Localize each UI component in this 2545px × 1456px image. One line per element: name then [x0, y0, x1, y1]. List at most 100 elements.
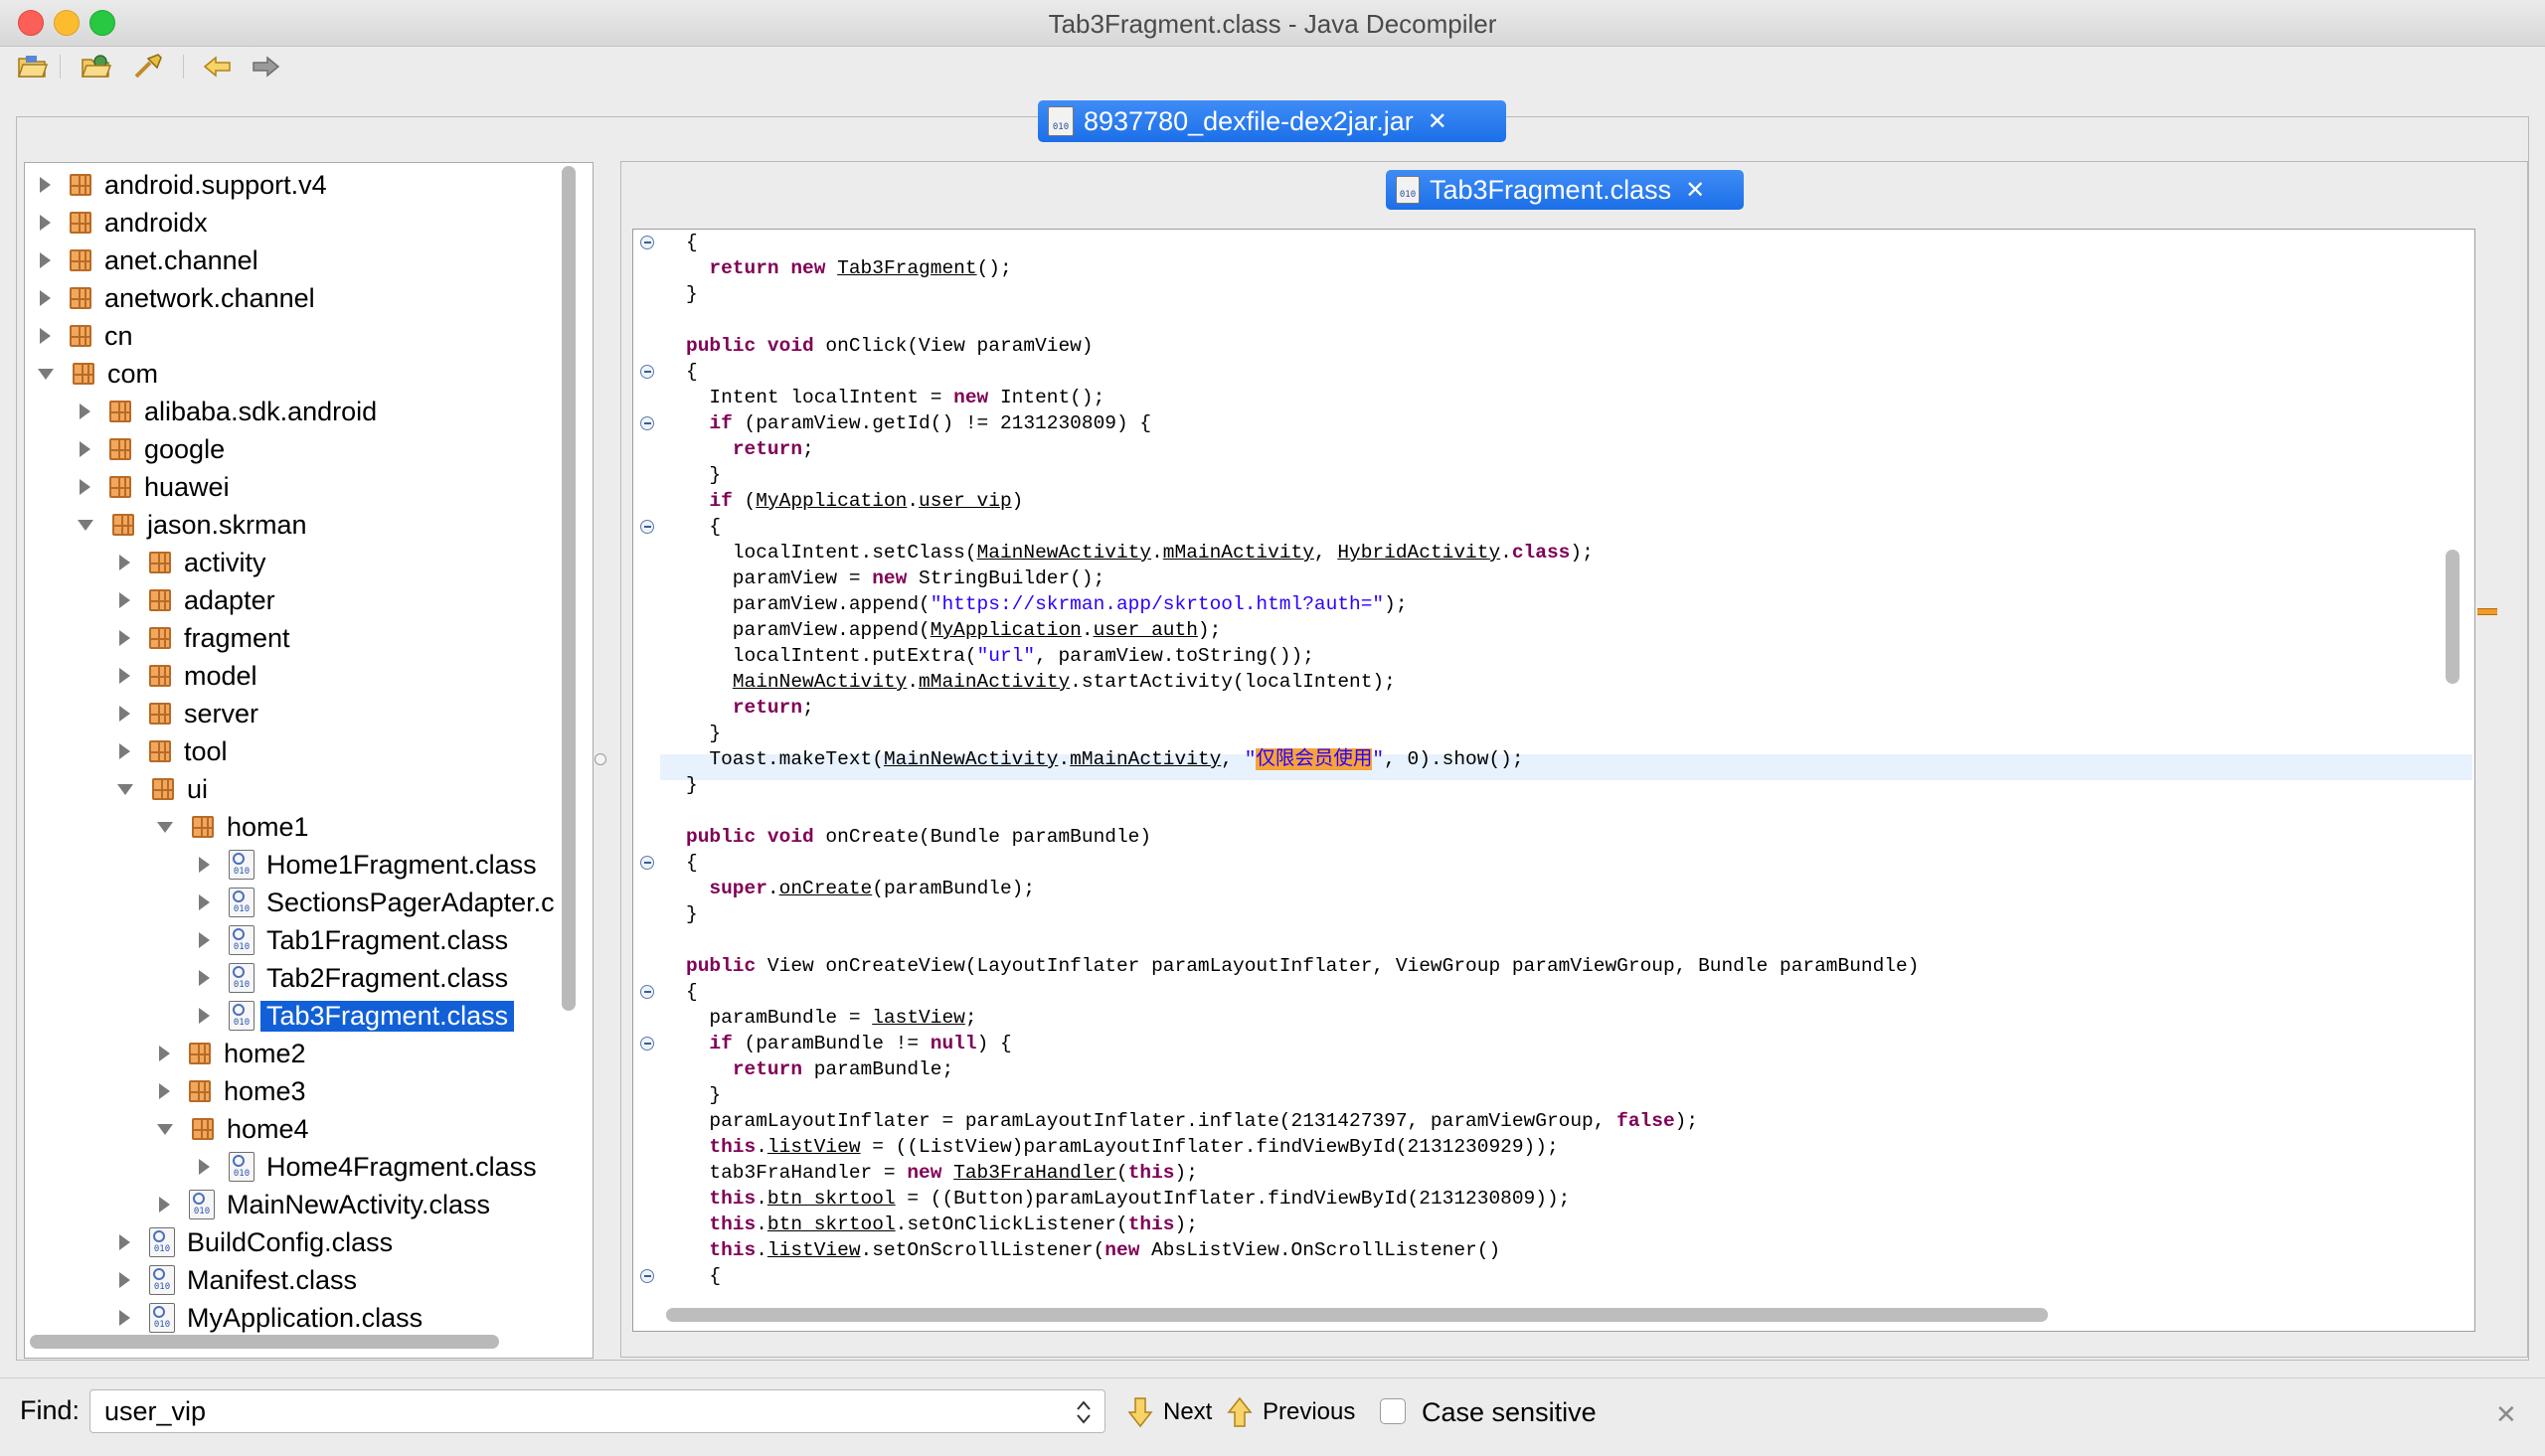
- expand-right-icon[interactable]: [80, 441, 90, 457]
- tree-item-package[interactable]: anetwork.channel: [35, 280, 315, 316]
- code-vertical-scrollbar[interactable]: [2446, 550, 2460, 684]
- tree-item-package[interactable]: home4: [154, 1111, 309, 1147]
- expand-right-icon[interactable]: [80, 479, 90, 495]
- expand-right-icon[interactable]: [199, 894, 210, 910]
- code-token: );: [1174, 1162, 1198, 1184]
- code-horizontal-scrollbar[interactable]: [666, 1308, 2048, 1322]
- search-button[interactable]: [131, 51, 165, 82]
- case-sensitive-checkbox[interactable]: [1380, 1398, 1406, 1424]
- expand-down-icon[interactable]: [157, 1123, 173, 1135]
- tree-item-label: home2: [224, 1038, 306, 1068]
- expand-right-icon[interactable]: [119, 1272, 130, 1288]
- open-type-button[interactable]: [80, 51, 113, 82]
- tree-item-package[interactable]: server: [114, 696, 258, 731]
- tab-class[interactable]: 010 Tab3Fragment.class ✕: [1386, 170, 1744, 210]
- expand-down-icon[interactable]: [157, 821, 173, 833]
- split-pane-divider[interactable]: [594, 753, 606, 765]
- code-token: paramView.append(: [686, 619, 931, 641]
- tree-item-package[interactable]: anet.channel: [35, 243, 258, 278]
- tree-item-package[interactable]: home3: [154, 1073, 306, 1109]
- tab-archive[interactable]: 010 8937780_dexfile-dex2jar.jar ✕: [1038, 100, 1506, 142]
- tree-item-class[interactable]: 010 Tab1Fragment.class: [194, 922, 508, 958]
- tree-item-class[interactable]: 010 Tab3Fragment.class: [194, 998, 515, 1034]
- close-tab-icon[interactable]: ✕: [1685, 176, 1705, 205]
- tree-item-class[interactable]: 010 Home1Fragment.class: [194, 847, 537, 883]
- code-token: void: [766, 335, 814, 357]
- tree-item-package[interactable]: alibaba.sdk.android: [75, 394, 377, 429]
- tree-item-package[interactable]: cn: [35, 318, 133, 354]
- back-button[interactable]: [201, 51, 235, 82]
- expand-right-icon[interactable]: [80, 404, 90, 419]
- tree-item-package[interactable]: ui: [114, 771, 208, 807]
- expand-right-icon[interactable]: [119, 592, 130, 608]
- tree-item-package[interactable]: fragment: [114, 620, 290, 656]
- search-result-marker[interactable]: [2477, 608, 2497, 615]
- expand-right-icon[interactable]: [40, 177, 51, 193]
- tree-horizontal-scrollbar[interactable]: [30, 1335, 499, 1349]
- expand-right-icon[interactable]: [119, 555, 130, 570]
- tree-item-class[interactable]: 010 Tab2Fragment.class: [194, 960, 508, 996]
- code-token: MyApplication: [930, 619, 1082, 641]
- tree-item-class[interactable]: 010 BuildConfig.class: [114, 1224, 393, 1260]
- package-tree[interactable]: android.support.v4 androidx anet.channel an…: [24, 162, 594, 1359]
- expand-right-icon[interactable]: [40, 215, 51, 231]
- tree-item-package[interactable]: home2: [154, 1036, 306, 1071]
- expand-right-icon[interactable]: [119, 630, 130, 646]
- close-tab-icon[interactable]: ✕: [1428, 107, 1447, 136]
- tree-item-package[interactable]: adapter: [114, 582, 275, 618]
- tree-item-package[interactable]: androidx: [35, 205, 208, 241]
- tree-item-class[interactable]: 010 MainNewActivity.class: [154, 1187, 490, 1222]
- forward-button[interactable]: [249, 51, 282, 82]
- expand-right-icon[interactable]: [119, 706, 130, 722]
- tree-item-package[interactable]: android.support.v4: [35, 167, 327, 203]
- tree-item-package[interactable]: google: [75, 431, 225, 467]
- find-input[interactable]: user_vip: [89, 1389, 1105, 1433]
- tree-item-class[interactable]: 010 SectionsPagerAdapter.c: [194, 885, 555, 920]
- tree-item-package[interactable]: activity: [114, 545, 266, 580]
- fold-toggle-icon[interactable]: [640, 1037, 654, 1051]
- expand-down-icon[interactable]: [117, 783, 133, 795]
- expand-right-icon[interactable]: [159, 1083, 170, 1099]
- expand-right-icon[interactable]: [199, 1008, 210, 1024]
- tree-item-package[interactable]: com: [35, 356, 158, 392]
- expand-right-icon[interactable]: [40, 290, 51, 306]
- code-editor[interactable]: { return new Tab3Fragment();} public void…: [632, 229, 2475, 1332]
- tree-item-class[interactable]: 010 MyApplication.class: [114, 1300, 423, 1336]
- find-next-button[interactable]: Next: [1127, 1393, 1212, 1431]
- fold-toggle-icon[interactable]: [640, 236, 654, 249]
- fold-toggle-icon[interactable]: [640, 520, 654, 534]
- fold-toggle-icon[interactable]: [640, 1269, 654, 1283]
- expand-right-icon[interactable]: [119, 1234, 130, 1250]
- expand-right-icon[interactable]: [119, 743, 130, 759]
- tree-item-package[interactable]: home1: [154, 809, 309, 845]
- expand-right-icon[interactable]: [119, 668, 130, 684]
- expand-down-icon[interactable]: [38, 368, 54, 380]
- expand-right-icon[interactable]: [40, 252, 51, 268]
- tree-item-package[interactable]: tool: [114, 733, 228, 769]
- tree-vertical-scrollbar[interactable]: [562, 166, 576, 1011]
- tree-item-package[interactable]: huawei: [75, 469, 230, 505]
- expand-right-icon[interactable]: [199, 857, 210, 873]
- tree-item-class[interactable]: 010 Home4Fragment.class: [194, 1149, 537, 1185]
- find-history-stepper[interactable]: [1072, 1395, 1096, 1429]
- fold-toggle-icon[interactable]: [640, 856, 654, 870]
- tree-item-class[interactable]: 010 Manifest.class: [114, 1262, 357, 1298]
- expand-right-icon[interactable]: [199, 1159, 210, 1175]
- expand-down-icon[interactable]: [78, 519, 93, 531]
- expand-right-icon[interactable]: [40, 328, 51, 344]
- fold-toggle-icon[interactable]: [640, 985, 654, 999]
- code-token: HybridActivity: [1337, 542, 1501, 564]
- fold-toggle-icon[interactable]: [640, 416, 654, 430]
- close-find-icon[interactable]: ✕: [2495, 1399, 2517, 1430]
- tree-item-package[interactable]: jason.skrman: [75, 507, 307, 543]
- expand-right-icon[interactable]: [199, 932, 210, 948]
- tree-item-package[interactable]: model: [114, 658, 257, 694]
- expand-right-icon[interactable]: [159, 1197, 170, 1213]
- find-previous-button[interactable]: Previous: [1227, 1393, 1355, 1431]
- expand-right-icon[interactable]: [159, 1046, 170, 1061]
- expand-right-icon[interactable]: [199, 970, 210, 986]
- expand-right-icon[interactable]: [119, 1310, 130, 1326]
- fold-toggle-icon[interactable]: [640, 365, 654, 379]
- open-file-button[interactable]: [16, 51, 50, 82]
